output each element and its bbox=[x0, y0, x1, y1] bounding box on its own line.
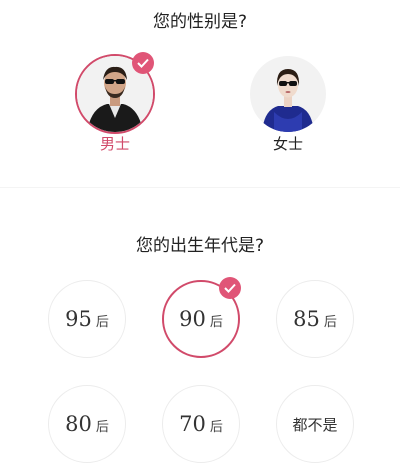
decade-number: 90 bbox=[179, 307, 206, 331]
decade-number: 80 bbox=[65, 412, 92, 436]
check-badge-icon bbox=[219, 277, 241, 299]
decade-option-80[interactable]: 80 后 bbox=[48, 385, 126, 463]
gender-option-female[interactable] bbox=[248, 54, 328, 134]
check-badge-icon bbox=[132, 52, 154, 74]
decade-option-70[interactable]: 70 后 bbox=[162, 385, 240, 463]
gender-label-female: 女士 bbox=[272, 135, 303, 153]
decade-question: 您的出生年代是? bbox=[135, 236, 265, 256]
decade-number: 85 bbox=[293, 307, 320, 331]
decade-number: 95 bbox=[65, 307, 92, 331]
decade-suffix: 后 bbox=[209, 420, 223, 435]
gender-question: 您的性别是? bbox=[152, 12, 248, 32]
decade-suffix: 后 bbox=[209, 315, 223, 330]
decade-number: 70 bbox=[179, 412, 206, 436]
decade-suffix: 后 bbox=[95, 420, 109, 435]
decade-option-85[interactable]: 85 后 bbox=[276, 280, 354, 358]
decade-suffix: 后 bbox=[323, 315, 337, 330]
gender-label-male: 男士 bbox=[99, 135, 130, 153]
decade-suffix: 后 bbox=[95, 315, 109, 330]
female-avatar-image bbox=[250, 56, 326, 132]
section-divider bbox=[0, 187, 400, 188]
decade-option-95[interactable]: 95 后 bbox=[48, 280, 126, 358]
decade-option-none[interactable]: 都不是 bbox=[276, 385, 354, 463]
decade-label-none: 都不是 bbox=[292, 415, 338, 434]
